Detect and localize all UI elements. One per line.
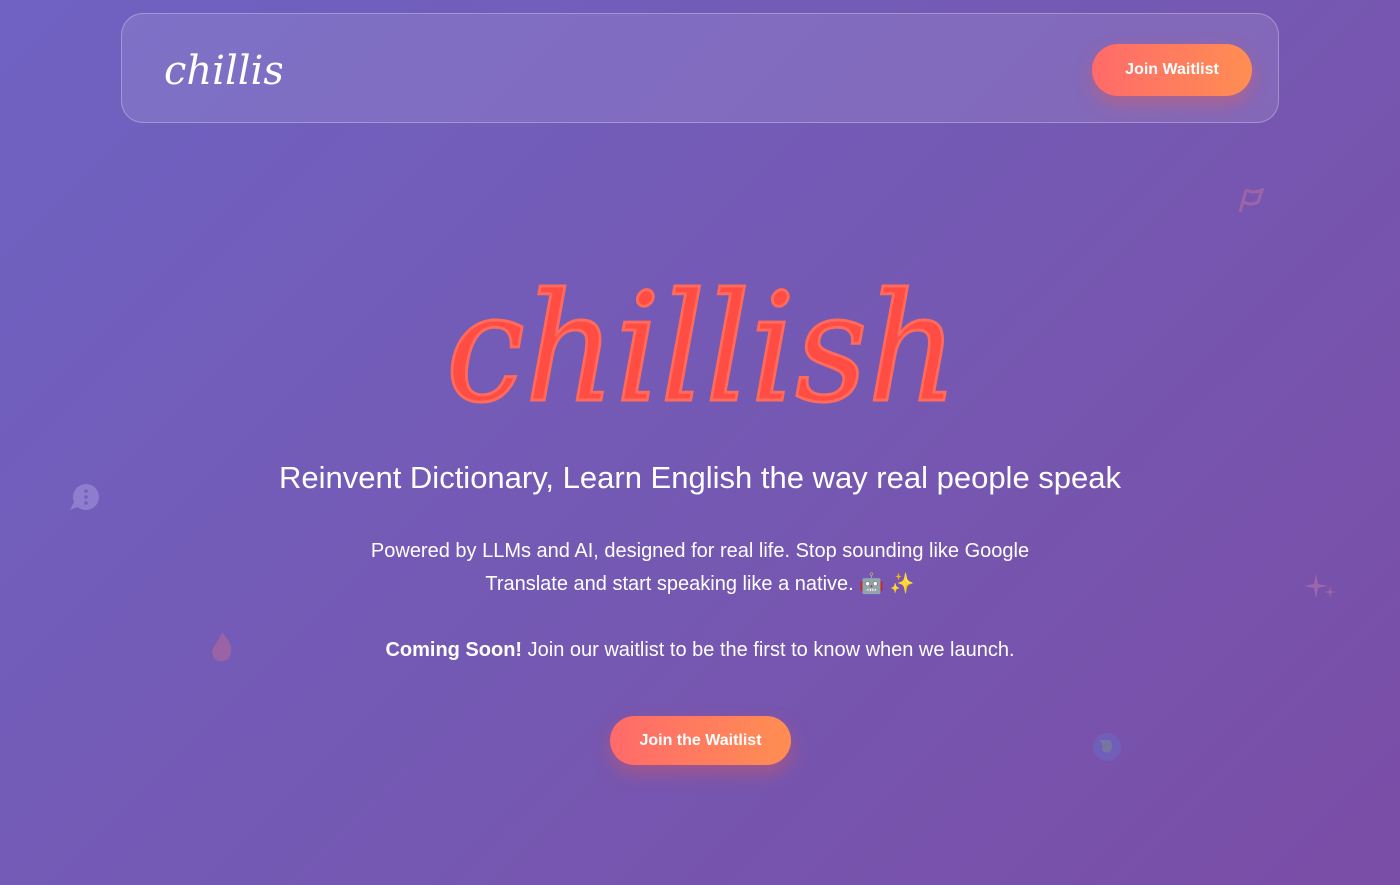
flag-icon bbox=[1236, 188, 1268, 214]
hero-logo: chillish bbox=[440, 240, 965, 421]
nav-logo[interactable]: chillish bbox=[162, 40, 282, 98]
coming-soon-label: Coming Soon! bbox=[385, 639, 523, 661]
hero-headline: Reinvent Dictionary, Learn English the w… bbox=[278, 460, 1122, 495]
hero-description-line2: Translate and start speaking like a nati… bbox=[485, 573, 915, 595]
coming-soon-message: Join our waitlist to be the first to kno… bbox=[522, 639, 1015, 661]
hero-logo-text: chillish bbox=[446, 262, 958, 420]
coming-soon-text: Coming Soon! Join our waitlist to be the… bbox=[250, 634, 1150, 666]
speech-bubble-icon bbox=[68, 480, 102, 514]
nav-logo-text: chillish bbox=[164, 48, 282, 94]
sparkles-icon bbox=[1304, 572, 1338, 602]
join-the-waitlist-button[interactable]: Join the Waitlist bbox=[610, 716, 791, 765]
hero-description: Powered by LLMs and AI, designed for rea… bbox=[350, 535, 1050, 601]
join-waitlist-button[interactable]: Join Waitlist bbox=[1092, 44, 1252, 96]
hero-description-line1: Powered by LLMs and AI, designed for rea… bbox=[370, 540, 1030, 562]
navbar: chillish Join Waitlist bbox=[121, 13, 1279, 123]
flame-icon bbox=[208, 630, 236, 666]
globe-icon bbox=[1090, 730, 1124, 764]
